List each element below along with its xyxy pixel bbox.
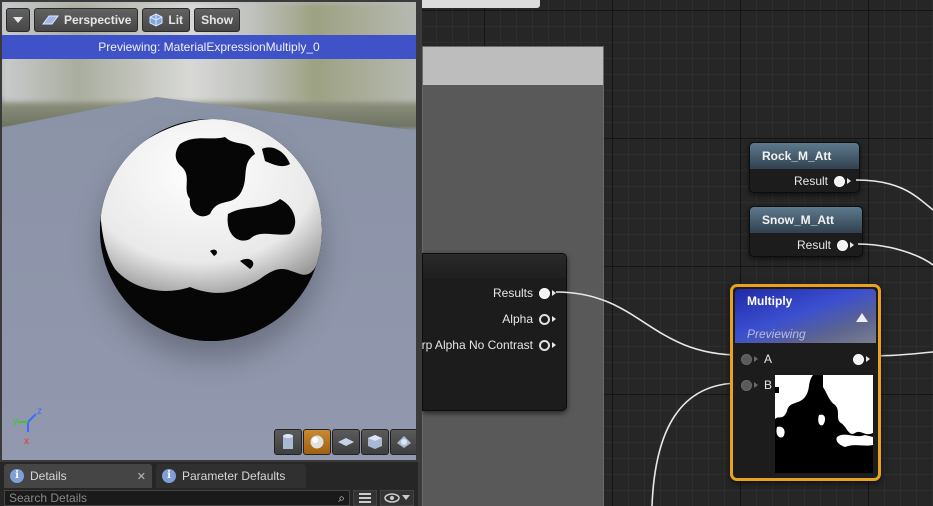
preview-shape-bar: [274, 429, 416, 455]
cylinder-icon: [283, 434, 293, 449]
input-b-label: B: [764, 378, 773, 392]
pin-arrow-icon: [552, 342, 556, 348]
snow-node-title: Snow_M_Att: [750, 207, 862, 233]
show-label: Show: [201, 13, 234, 27]
pin-arrow-icon: [866, 356, 870, 362]
pin-arrow-icon: [552, 316, 556, 322]
info-icon: i: [10, 469, 24, 483]
input-b-pin-icon: [741, 379, 752, 391]
axis-x-label: x: [24, 436, 29, 447]
snow-node[interactable]: Snow_M_Att Result: [749, 206, 863, 257]
input-a-label: A: [764, 352, 773, 366]
multiply-node[interactable]: Multiply Previewing A B: [730, 284, 881, 481]
plane-icon: [338, 438, 354, 446]
chevron-down-icon: [402, 495, 410, 500]
snow-pin-icon: [837, 239, 848, 251]
perspective-label: Perspective: [64, 13, 132, 27]
viewport-options-button[interactable]: [6, 8, 30, 32]
sharp-alpha-label: rp Alpha No Contrast: [422, 338, 533, 352]
rock-result-pin[interactable]: Result: [794, 173, 851, 189]
search-icon: ⌕: [338, 491, 345, 505]
rock-node-title: Rock_M_Att: [750, 143, 859, 169]
plane-shape-button[interactable]: [332, 429, 360, 455]
grid-icon: [359, 493, 371, 503]
view-options-grid-button[interactable]: [353, 490, 377, 506]
sharp-alpha-output-pin[interactable]: rp Alpha No Contrast: [422, 337, 556, 353]
lit-button[interactable]: Lit: [142, 8, 191, 32]
pin-arrow-icon: [754, 382, 758, 388]
info-icon: i: [162, 469, 176, 483]
axis-z-label: z: [37, 406, 42, 417]
results-pin-icon: [539, 287, 550, 299]
cube-icon: [368, 435, 382, 449]
perspective-icon: [42, 15, 59, 25]
eye-icon: [384, 493, 400, 503]
alpha-pin-icon: [539, 313, 550, 325]
rock-node[interactable]: Rock_M_Att Result: [749, 142, 860, 193]
tab-parameter-defaults[interactable]: i Parameter Defaults: [156, 464, 306, 488]
search-details-input[interactable]: Search Details ⌕: [4, 490, 350, 506]
tab-parameter-defaults-label: Parameter Defaults: [182, 469, 286, 483]
partial-node-header: [423, 254, 566, 278]
viewport-toolbar: Perspective Lit Show: [6, 8, 241, 32]
perspective-button[interactable]: Perspective: [34, 8, 139, 32]
rock-result-label: Result: [793, 174, 828, 188]
visibility-filter-button[interactable]: [380, 490, 414, 506]
results-output-pin[interactable]: Results: [493, 285, 556, 301]
show-button[interactable]: Show: [194, 8, 241, 32]
alpha-label: Alpha: [502, 312, 533, 326]
rock-pin-icon: [834, 175, 845, 187]
output-pin-icon: [853, 353, 864, 365]
results-label: Results: [492, 286, 533, 300]
sphere-shape-button[interactable]: [303, 429, 331, 455]
multiply-node-title: Multiply: [747, 294, 793, 308]
preview-banner: Previewing: MaterialExpressionMultiply_0: [2, 35, 416, 59]
pin-arrow-icon: [850, 242, 854, 248]
pin-arrow-icon: [847, 178, 851, 184]
custom-mesh-icon: [397, 436, 411, 448]
search-placeholder: Search Details: [9, 491, 88, 505]
multiply-output-pin[interactable]: [853, 351, 870, 367]
multiply-input-a[interactable]: A: [741, 351, 772, 367]
multiply-preview-thumbnail: [775, 375, 873, 473]
snow-result-label: Result: [796, 238, 831, 252]
partial-node[interactable]: Results Alpha rp Alpha No Contrast: [422, 253, 567, 411]
lit-cube-icon: [149, 13, 163, 27]
pin-arrow-icon: [552, 290, 556, 296]
details-panel: i Details ✕ i Parameter Defaults Search …: [0, 462, 418, 506]
axis-y-label: y: [13, 416, 18, 427]
pin-arrow-icon: [754, 356, 758, 362]
preview-viewport[interactable]: Perspective Lit Show Previewing: Materia…: [0, 0, 418, 462]
sphere-icon: [310, 435, 324, 449]
multiply-input-b[interactable]: B: [741, 377, 772, 393]
chevron-down-icon: [13, 17, 23, 23]
comment-title-bar[interactable]: [423, 47, 603, 85]
axis-gizmo: z y x: [13, 406, 42, 447]
tab-details-label: Details: [30, 469, 67, 483]
snow-result-pin[interactable]: Result: [797, 237, 854, 253]
multiply-node-header: Multiply Previewing: [735, 289, 876, 343]
input-a-pin-icon: [741, 353, 752, 365]
cylinder-shape-button[interactable]: [274, 429, 302, 455]
details-search-row: Search Details ⌕: [4, 490, 418, 506]
collapse-preview-icon[interactable]: [856, 313, 868, 322]
material-editor: Perspective Lit Show Previewing: Materia…: [0, 0, 933, 506]
alpha-output-pin[interactable]: Alpha: [502, 311, 556, 327]
sharp-alpha-pin-icon: [539, 339, 550, 351]
graph-top-strip: [422, 0, 540, 8]
tab-details[interactable]: i Details ✕: [4, 464, 152, 488]
multiply-node-subtitle: Previewing: [747, 327, 806, 341]
cube-shape-button[interactable]: [361, 429, 389, 455]
preview-sphere: [100, 119, 322, 341]
lit-label: Lit: [168, 13, 184, 27]
close-icon[interactable]: ✕: [137, 470, 146, 483]
custom-mesh-shape-button[interactable]: [390, 429, 416, 455]
